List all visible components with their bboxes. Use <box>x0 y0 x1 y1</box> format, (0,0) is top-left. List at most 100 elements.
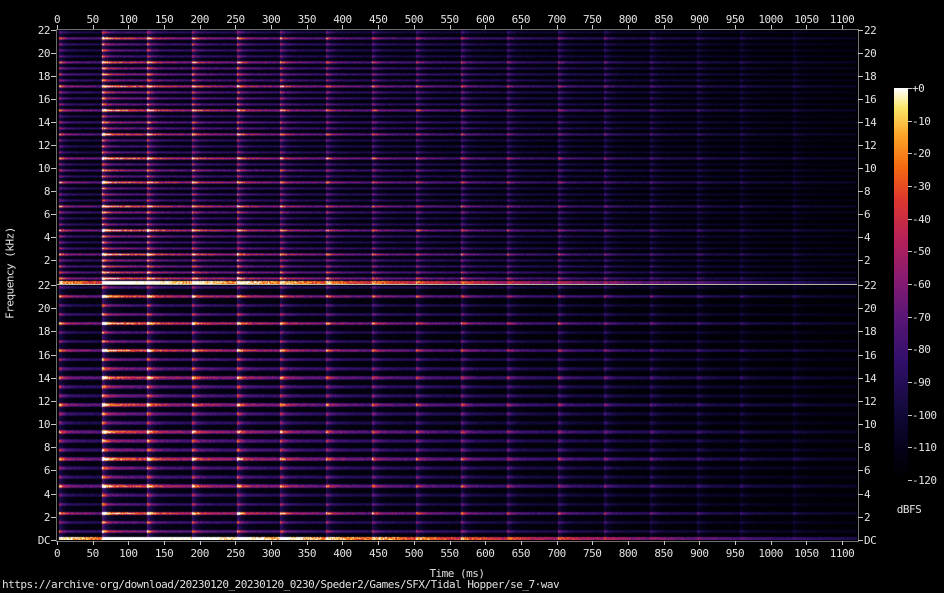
colorbar-tick-mark <box>908 186 912 187</box>
y-tick-mark-right <box>858 285 863 286</box>
x-tick-mark-top <box>378 25 379 29</box>
colorbar-tick-mark <box>908 153 912 154</box>
y-tick-mark-left <box>51 494 56 495</box>
x-tick-mark-top <box>271 25 272 29</box>
y-tick-mark-right <box>858 99 863 100</box>
y-tick-mark-right <box>858 168 863 169</box>
y-tick-label-right: 4 <box>864 231 900 244</box>
x-tick-label-bottom: 550 <box>430 547 470 560</box>
y-tick-label-left: 12 <box>14 139 50 152</box>
y-tick-label-left: 2 <box>14 254 50 267</box>
y-tick-label-left: 18 <box>14 70 50 83</box>
y-tick-label-right: 16 <box>864 93 900 106</box>
x-tick-mark-top <box>414 25 415 29</box>
y-tick-mark-right <box>858 540 863 541</box>
colorbar-tick-mark <box>908 121 912 122</box>
x-tick-mark-top <box>521 25 522 29</box>
y-tick-label-right: 10 <box>864 418 900 431</box>
x-tick-label-bottom: 100 <box>108 547 148 560</box>
y-tick-mark-left <box>51 145 56 146</box>
colorbar-tick-label: -90 <box>912 376 930 389</box>
y-tick-mark-right <box>858 53 863 54</box>
x-tick-mark-bottom <box>450 541 451 545</box>
x-tick-mark-bottom <box>771 541 772 545</box>
x-tick-label-bottom: 300 <box>251 547 291 560</box>
y-tick-label-left: DC <box>14 534 50 547</box>
y-tick-mark-left <box>51 53 56 54</box>
x-tick-label-bottom: 250 <box>215 547 255 560</box>
y-tick-label-right: 8 <box>864 185 900 198</box>
y-tick-mark-left <box>51 285 56 286</box>
x-tick-label-bottom: 400 <box>322 547 362 560</box>
x-tick-mark-bottom <box>592 541 593 545</box>
y-tick-mark-left <box>51 76 56 77</box>
y-tick-mark-right <box>858 30 863 31</box>
colorbar-tick-mark <box>908 219 912 220</box>
x-tick-mark-top <box>485 25 486 29</box>
y-tick-mark-right <box>858 355 863 356</box>
y-tick-mark-left <box>51 168 56 169</box>
y-tick-label-left: 22 <box>14 279 50 292</box>
y-tick-label-left: 10 <box>14 162 50 175</box>
y-tick-label-right: 14 <box>864 372 900 385</box>
x-tick-label-bottom: 500 <box>394 547 434 560</box>
y-tick-mark-left <box>51 331 56 332</box>
y-tick-mark-left <box>51 355 56 356</box>
y-tick-mark-left <box>51 260 56 261</box>
y-tick-label-left: 20 <box>14 302 50 315</box>
x-tick-mark-top <box>842 25 843 29</box>
y-tick-label-right: 12 <box>864 395 900 408</box>
y-tick-mark-right <box>858 237 863 238</box>
y-tick-mark-left <box>51 378 56 379</box>
colorbar-tick-mark <box>908 88 912 89</box>
x-tick-mark-bottom <box>378 541 379 545</box>
y-tick-mark-right <box>858 122 863 123</box>
x-tick-label-bottom: 1050 <box>786 547 826 560</box>
spectrogram-window: Frequency (kHz) Time (ms) dBFS https://a… <box>0 0 944 593</box>
y-tick-label-left: 14 <box>14 372 50 385</box>
y-tick-mark-right <box>858 145 863 146</box>
y-tick-mark-left <box>51 424 56 425</box>
x-tick-mark-top <box>557 25 558 29</box>
x-tick-label-bottom: 850 <box>644 547 684 560</box>
x-tick-mark-bottom <box>93 541 94 545</box>
x-tick-mark-top <box>771 25 772 29</box>
y-tick-mark-left <box>51 470 56 471</box>
colorbar-tick-label: -20 <box>912 147 930 160</box>
colorbar-tick-label: +0 <box>912 82 924 95</box>
x-tick-label-bottom: 650 <box>501 547 541 560</box>
x-tick-label-bottom: 350 <box>287 547 327 560</box>
y-tick-label-right: 6 <box>864 208 900 221</box>
colorbar-tick-mark <box>908 284 912 285</box>
y-tick-label-right: 20 <box>864 302 900 315</box>
colorbar-tick-label: -100 <box>912 409 937 422</box>
y-tick-label-left: 10 <box>14 418 50 431</box>
colorbar-tick-mark <box>908 447 912 448</box>
y-tick-label-right: DC <box>864 534 900 547</box>
y-tick-label-left: 6 <box>14 464 50 477</box>
y-tick-label-right: 14 <box>864 116 900 129</box>
y-tick-mark-left <box>51 122 56 123</box>
x-tick-mark-top <box>164 25 165 29</box>
colorbar-tick-mark <box>908 317 912 318</box>
y-tick-label-left: 20 <box>14 47 50 60</box>
x-tick-mark-top <box>664 25 665 29</box>
colorbar-tick-mark <box>908 382 912 383</box>
y-tick-label-right: 10 <box>864 162 900 175</box>
x-tick-mark-bottom <box>342 541 343 545</box>
x-tick-mark-top <box>200 25 201 29</box>
colorbar-tick-label: -120 <box>912 474 937 487</box>
x-tick-mark-top <box>806 25 807 29</box>
y-tick-mark-left <box>51 191 56 192</box>
colorbar-tick-mark <box>908 349 912 350</box>
x-tick-label-bottom: 450 <box>358 547 398 560</box>
y-tick-label-left: 4 <box>14 488 50 501</box>
y-tick-label-left: 16 <box>14 93 50 106</box>
x-tick-mark-bottom <box>271 541 272 545</box>
x-tick-label-bottom: 1000 <box>751 547 791 560</box>
y-tick-label-left: 14 <box>14 116 50 129</box>
x-tick-label-bottom: 700 <box>537 547 577 560</box>
y-tick-label-left: 22 <box>14 24 50 37</box>
y-tick-mark-right <box>858 494 863 495</box>
x-tick-mark-bottom <box>200 541 201 545</box>
